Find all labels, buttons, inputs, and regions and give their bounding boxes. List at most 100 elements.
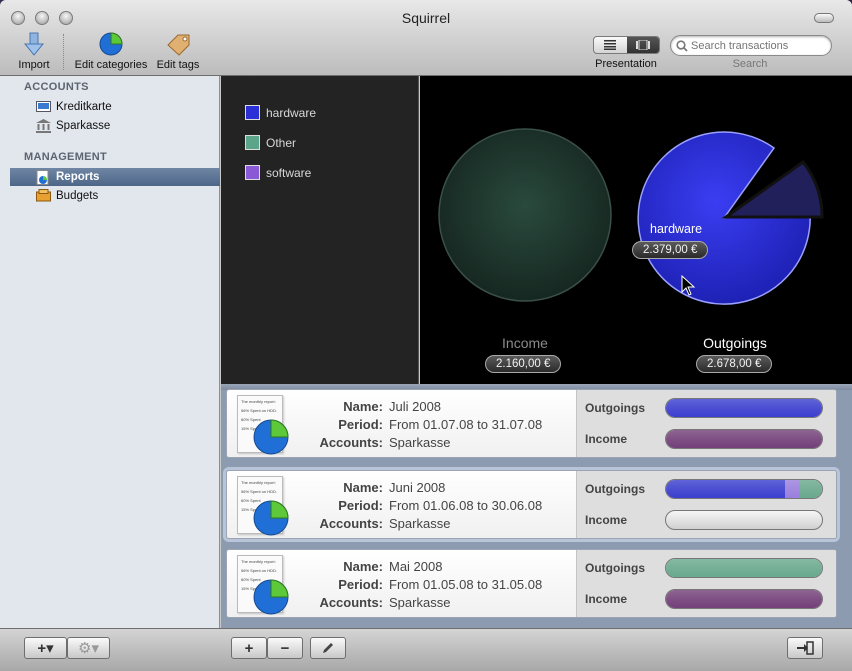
report-accounts: Sparkasse xyxy=(389,435,451,450)
edit-report-button[interactable] xyxy=(310,637,346,659)
outgoings-bar-label: Outgoings xyxy=(585,561,645,575)
report-bars: Outgoings Income xyxy=(576,550,836,617)
add-account-button[interactable]: +▾ xyxy=(24,637,67,659)
legend-label: hardware xyxy=(266,105,317,120)
income-bar-label: Income xyxy=(585,592,628,606)
legend-swatch xyxy=(245,105,260,120)
report-name: Juli 2008 xyxy=(389,399,442,414)
outgoings-bar xyxy=(665,479,823,499)
report-thumbnail: The monthly report: 56% Spent on HDD. 60% … xyxy=(237,476,289,536)
toolbar-separator xyxy=(63,34,64,70)
outgoings-bar-label: Outgoings xyxy=(585,401,645,415)
report-info: Name: Juni 2008 Period: From 01.06.08 to 30… xyxy=(287,479,577,533)
report-info: Name: Juli 2008 Period: From 01.07.08 to 31… xyxy=(287,398,577,452)
sidebar-item-budgets[interactable]: Budgets xyxy=(10,187,220,205)
report-card[interactable]: The monthly report: 56% Spent on HDD. 60% … xyxy=(226,470,837,539)
budget-icon xyxy=(36,189,51,202)
sidebar-item-label: Budgets xyxy=(56,190,99,202)
edit-categories-button[interactable]: Edit categories xyxy=(73,32,149,71)
thumb-text: 56% Spent on HDD. xyxy=(241,568,278,573)
report-period-key: Period: xyxy=(338,417,383,432)
bar-segment xyxy=(666,590,822,608)
legend-item-other[interactable]: Other xyxy=(245,135,296,150)
action-menu-button[interactable]: ⚙▾ xyxy=(67,637,110,659)
hover-slice-value: 2.379,00 € xyxy=(632,241,709,259)
search-field[interactable] xyxy=(670,35,832,56)
list-view-button[interactable] xyxy=(594,37,627,53)
credit-card-icon xyxy=(36,101,51,112)
report-accounts: Sparkasse xyxy=(389,595,451,610)
presentation-segmented-control xyxy=(593,36,660,54)
bar-segment xyxy=(784,480,799,498)
tag-icon xyxy=(167,34,190,56)
legend-item-software[interactable]: software xyxy=(245,165,311,180)
legend-label: Other xyxy=(266,135,297,150)
sidebar-item-label: Kreditkarte xyxy=(56,101,112,113)
import-label: Import xyxy=(18,59,50,71)
thumb-text: The monthly report: xyxy=(241,480,276,485)
sidebar-item-sparkasse[interactable]: Sparkasse xyxy=(10,117,220,135)
report-name-key: Name: xyxy=(343,480,383,495)
bar-segment xyxy=(666,399,822,417)
sidebar-item-label: Sparkasse xyxy=(56,120,111,132)
legend-label: software xyxy=(266,165,312,180)
pie-charts-area: hardware 2.379,00 € Income 2.160,00 € Ou… xyxy=(420,76,852,384)
report-period-key: Period: xyxy=(338,577,383,592)
thumb-text: The monthly report: xyxy=(241,559,276,564)
bank-icon xyxy=(36,119,51,133)
gear-dropdown-icon: ⚙▾ xyxy=(78,640,99,657)
outgoings-bar xyxy=(665,558,823,578)
add-report-button[interactable]: + xyxy=(231,637,267,659)
income-bar-label: Income xyxy=(585,513,628,527)
toolbar-toggle-button[interactable] xyxy=(814,13,834,23)
income-bar xyxy=(665,429,823,449)
income-total-value: 2.160,00 € xyxy=(485,355,562,373)
export-button[interactable] xyxy=(787,637,823,659)
income-pie-slice-other[interactable] xyxy=(438,128,612,302)
sidebar-item-reports[interactable]: Reports xyxy=(10,168,220,186)
legend-swatch xyxy=(245,135,260,150)
cover-view-button[interactable] xyxy=(626,37,659,53)
report-pie-icon xyxy=(253,500,289,536)
titlebar: Squirrel Import Edit categories Edit tag… xyxy=(0,0,852,76)
sidebar-item-label: Reports xyxy=(56,171,100,183)
report-bars: Outgoings Income xyxy=(576,390,836,457)
edit-tags-button[interactable]: Edit tags xyxy=(155,32,201,71)
search-input[interactable] xyxy=(691,38,827,53)
chart-legend: hardware Other software xyxy=(221,76,419,384)
plus-icon: + xyxy=(244,639,254,657)
management-header: MANAGEMENT xyxy=(24,151,108,163)
income-chart-label: Income xyxy=(502,335,548,351)
hover-slice-label: hardware xyxy=(650,222,703,236)
report-pie-icon xyxy=(253,579,289,615)
legend-swatch xyxy=(245,165,260,180)
edit-tags-label: Edit tags xyxy=(156,59,200,71)
report-name: Mai 2008 xyxy=(389,559,443,574)
report-name: Juni 2008 xyxy=(389,480,446,495)
sidebar: ACCOUNTS Kreditkarte Sparkasse MANAGEMEN… xyxy=(0,76,220,628)
magnifier-icon xyxy=(676,40,688,52)
pie-chart-icon xyxy=(99,32,123,56)
report-period: From 01.06.08 to 30.06.08 xyxy=(389,498,543,513)
report-card[interactable]: The monthly report: 56% Spent on HDD. 60% … xyxy=(226,389,837,458)
legend-item-hardware[interactable]: hardware xyxy=(245,105,316,120)
report-icon xyxy=(36,170,49,185)
coverflow-icon xyxy=(635,40,650,50)
thumb-text: The monthly report: xyxy=(241,399,276,404)
thumb-text: 56% Spent on HDD. xyxy=(241,489,278,494)
income-bar-label: Income xyxy=(585,432,628,446)
pencil-icon xyxy=(323,643,333,653)
report-name-key: Name: xyxy=(343,559,383,574)
report-card[interactable]: The monthly report: 56% Spent on HDD. 60% … xyxy=(226,549,837,618)
report-accounts-key: Accounts: xyxy=(319,435,383,450)
import-button[interactable]: Import xyxy=(14,32,54,71)
sidebar-item-kreditkarte[interactable]: Kreditkarte xyxy=(10,98,220,116)
report-period-key: Period: xyxy=(338,498,383,513)
export-arrow-icon xyxy=(797,641,814,655)
remove-report-button[interactable]: − xyxy=(267,637,303,659)
outgoings-chart-label: Outgoings xyxy=(703,335,767,351)
thumb-text: 56% Spent on HDD. xyxy=(241,408,278,413)
report-bars: Outgoings Income xyxy=(576,471,836,538)
presentation-label: Presentation xyxy=(595,58,657,70)
report-info: Name: Mai 2008 Period: From 01.05.08 to 31.… xyxy=(287,558,577,612)
